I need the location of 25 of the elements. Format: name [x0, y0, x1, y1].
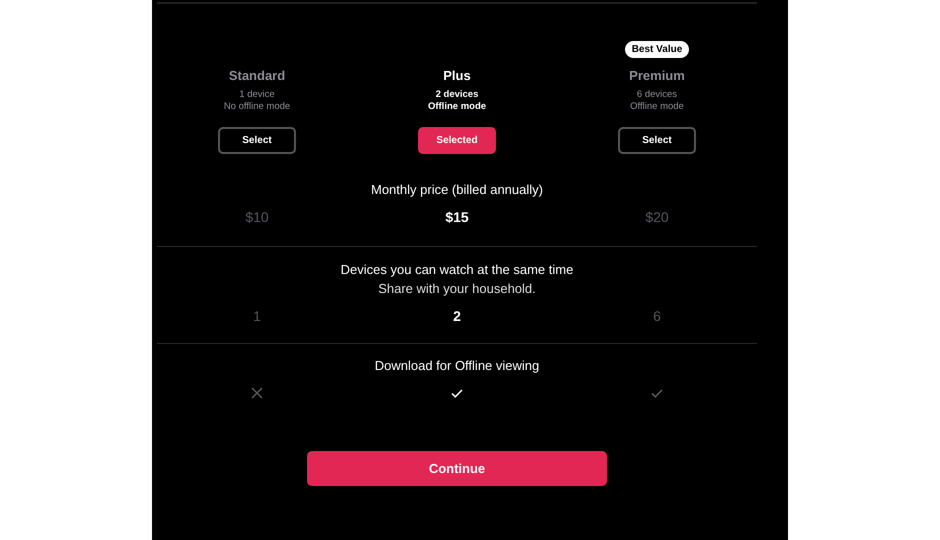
plan-name: Plus — [443, 68, 471, 83]
plan-devices: 1 device — [239, 89, 275, 101]
feature-heading: Devices you can watch at the same time — [340, 261, 574, 279]
plan-devices: 6 devices — [636, 89, 678, 101]
select-button[interactable]: Selected — [418, 127, 496, 154]
feature-value: 1 — [253, 308, 261, 324]
feature-subheading: Share with your household. — [377, 280, 537, 298]
feature-heading: Download for Offline viewing — [374, 357, 540, 375]
best-value-badge: Best Value — [624, 41, 690, 58]
close-icon — [250, 386, 264, 400]
plan-offline: Offline mode — [630, 101, 684, 113]
feature-value: $20 — [645, 209, 669, 225]
feature-value: 6 — [653, 308, 661, 324]
plan-name: Premium — [629, 68, 685, 83]
plan-devices: 2 devices — [436, 89, 478, 101]
continue-button[interactable]: Continue — [307, 451, 607, 486]
select-button[interactable]: Select — [618, 127, 696, 154]
plan-name: Standard — [228, 68, 286, 83]
feature-value: $15 — [445, 209, 469, 225]
feature-value: $10 — [245, 209, 269, 225]
feature-value: 2 — [453, 308, 461, 324]
feature-heading: Monthly price (billed annually) — [370, 181, 544, 199]
plan-offline: No offline mode — [224, 101, 290, 113]
plan-offline: Offline mode — [428, 101, 486, 113]
select-button[interactable]: Select — [218, 127, 296, 154]
